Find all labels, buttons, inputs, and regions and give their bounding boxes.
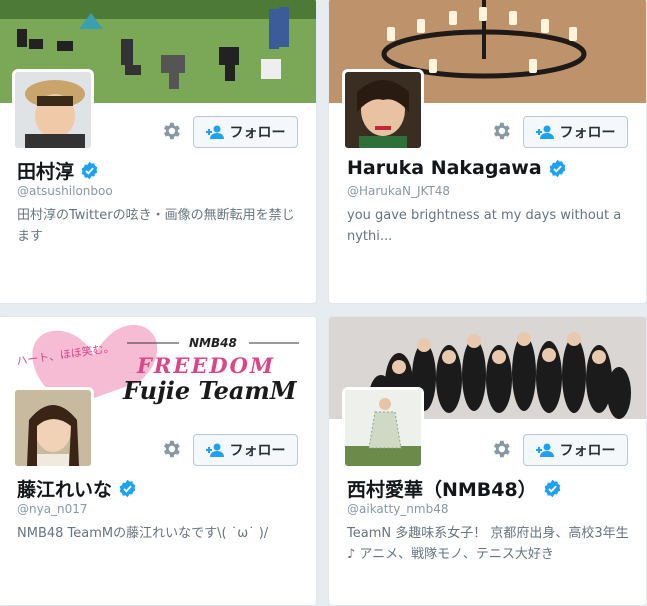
avatar[interactable] <box>12 387 94 469</box>
user-bio: 田村淳のTwitterの呟き・画像の無断転用を禁じます <box>17 208 295 244</box>
avatar[interactable] <box>342 69 424 151</box>
add-user-icon <box>205 443 224 457</box>
add-user-icon <box>535 125 554 139</box>
display-name-text: Haruka Nakagawa <box>347 157 542 179</box>
banner-title-1: FREEDOM <box>136 353 275 378</box>
avatar[interactable] <box>12 69 94 151</box>
user-bio: NMB48 TeamMの藤江れいなです\( ˙ω˙ )/ <box>17 526 269 541</box>
verified-badge-icon <box>544 479 561 498</box>
user-bio: TeamN 多趣味系女子！ 京都府出身、高校3年生♪ アニメ、戦隊モノ、テニス大… <box>347 526 629 562</box>
verified-badge-icon <box>549 159 566 177</box>
banner-title-2: Fujie TeamM <box>122 376 298 405</box>
user-card: ハート、ほほ笑む。 NMB48 FREEDOM Fujie TeamM フォロー… <box>0 316 317 606</box>
user-bio: you gave brightness at my days without a… <box>347 208 622 244</box>
display-name[interactable]: 田村淳 <box>17 157 99 184</box>
display-name-text: 西村愛華（NMB48） <box>347 479 537 501</box>
user-handle[interactable]: @HarukaN_JKT48 <box>347 184 450 198</box>
follow-label: フォロー <box>229 125 286 141</box>
user-handle[interactable]: @nya_n017 <box>17 502 88 516</box>
user-card: フォロー 西村愛華（NMB48） @aikatty_nmb48 TeamN 多趣… <box>328 316 647 606</box>
banner-group: NMB48 <box>189 336 237 350</box>
user-card: フォロー 田村淳 @atsushilonboo 田村淳のTwitterの呟き・画… <box>0 0 317 304</box>
verified-badge-icon <box>119 479 136 498</box>
display-name[interactable]: Haruka Nakagawa <box>347 157 567 179</box>
follow-button[interactable]: フォロー <box>523 116 628 148</box>
verified-badge-icon <box>81 161 98 180</box>
gear-icon[interactable] <box>160 120 182 142</box>
user-card: フォロー Haruka Nakagawa @HarukaN_JKT48 you … <box>328 0 647 304</box>
user-handle[interactable]: @atsushilonboo <box>17 184 113 198</box>
follow-button[interactable]: フォロー <box>523 434 628 466</box>
gear-icon[interactable] <box>160 438 182 460</box>
add-user-icon <box>205 125 224 139</box>
follow-button[interactable]: フォロー <box>193 116 298 148</box>
display-name[interactable]: 西村愛華（NMB48） <box>347 475 562 502</box>
avatar[interactable] <box>342 387 424 469</box>
gear-icon[interactable] <box>490 438 512 460</box>
follow-label: フォロー <box>559 443 616 459</box>
display-name-text: 藤江れいな <box>17 479 113 501</box>
gear-icon[interactable] <box>490 120 512 142</box>
follow-button[interactable]: フォロー <box>193 434 298 466</box>
display-name-text: 田村淳 <box>17 161 75 183</box>
follow-label: フォロー <box>559 125 616 141</box>
add-user-icon <box>535 443 554 457</box>
display-name[interactable]: 藤江れいな <box>17 475 137 502</box>
user-handle[interactable]: @aikatty_nmb48 <box>347 502 448 516</box>
follow-label: フォロー <box>229 443 286 459</box>
